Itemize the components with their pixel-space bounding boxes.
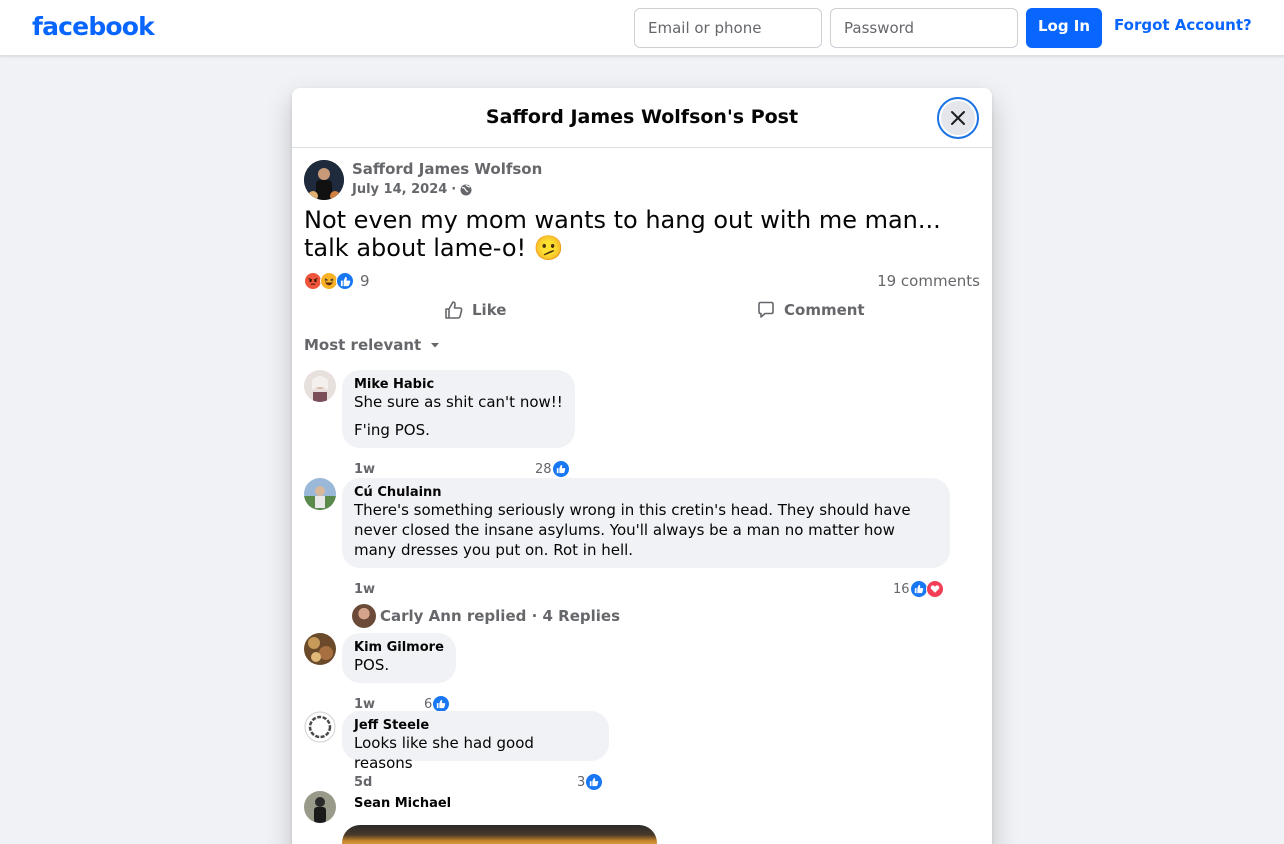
comment-bubble: Jeff Steele Looks like she had good reas… <box>342 711 609 772</box>
post-date[interactable]: July 14, 2024 <box>352 182 447 197</box>
comment-like-count: 28 <box>535 461 552 477</box>
author-name[interactable]: Safford James Wolfson <box>352 160 542 178</box>
like-reaction-icon <box>909 580 928 598</box>
like-label: Like <box>472 301 507 319</box>
view-replies-link[interactable]: Carly Ann replied · 4 Replies <box>352 604 620 628</box>
comment-time[interactable]: 1w <box>354 462 375 477</box>
like-icon <box>445 301 463 319</box>
commenter-avatar[interactable] <box>304 370 336 402</box>
author-avatar[interactable] <box>304 160 344 200</box>
post-text: Not even my mom wants to hang out with m… <box>304 206 941 262</box>
reaction-count: 9 <box>360 272 370 290</box>
post-meta: July 14, 2024 · <box>352 182 472 197</box>
comment-text: POS. <box>354 656 390 674</box>
post-dialog: Safford James Wolfson's Post Safford Jam… <box>292 88 992 844</box>
replier-avatar <box>352 604 376 628</box>
comment-like-count: 6 <box>424 696 433 712</box>
post-actions: Like Comment <box>304 300 980 334</box>
comment-reactions[interactable]: 16 <box>893 580 944 598</box>
comment-bubble: Mike Habic She sure as shit can't now!! … <box>342 370 575 448</box>
chevron-down-icon <box>431 343 440 348</box>
dialog-header: Safford James Wolfson's Post <box>292 88 992 148</box>
comment-time[interactable]: 1w <box>354 697 375 712</box>
replies-label: Carly Ann replied · 4 Replies <box>380 607 621 625</box>
comment-bubble: Cú Chulainn There's something seriously … <box>342 478 950 568</box>
comment-text: There's something seriously wrong in thi… <box>354 501 911 559</box>
close-icon <box>951 111 965 125</box>
comment-reactions[interactable]: 28 <box>535 460 570 478</box>
top-navbar: facebook Log In Forgot Account? <box>0 0 1284 56</box>
comment-time[interactable]: 1w <box>354 582 375 597</box>
email-field[interactable] <box>634 8 822 48</box>
like-button[interactable]: Like <box>444 300 506 320</box>
comment-button[interactable]: Comment <box>756 300 865 320</box>
commenter-avatar[interactable] <box>304 478 336 510</box>
comments-count-link[interactable]: 19 comments <box>877 272 980 290</box>
commenter-avatar[interactable] <box>304 711 336 743</box>
comment-like-count: 16 <box>893 581 910 597</box>
comment-label: Comment <box>784 301 865 319</box>
dialog-title: Safford James Wolfson's Post <box>485 106 799 128</box>
login-button[interactable]: Log In <box>1026 8 1102 48</box>
commenter-name[interactable]: Kim Gilmore <box>354 641 444 655</box>
commenter-name[interactable]: Sean Michael <box>354 797 451 811</box>
facebook-logo[interactable]: facebook <box>32 12 155 41</box>
like-reaction-icon <box>551 460 570 478</box>
comment-text: She sure as shit can't now!! <box>354 393 563 411</box>
reaction-summary[interactable]: 9 <box>304 272 370 290</box>
commenter-avatar[interactable] <box>304 791 336 823</box>
comment-image[interactable] <box>342 825 657 844</box>
commenter-avatar[interactable] <box>304 633 336 665</box>
globe-icon <box>460 184 472 195</box>
commenter-name[interactable]: Mike Habic <box>354 378 563 392</box>
sort-label: Most relevant <box>304 336 422 354</box>
comment-icon <box>758 301 774 318</box>
comment-text: Looks like she had good reasons <box>354 734 534 772</box>
comment-sort-dropdown[interactable]: Most relevant <box>304 336 441 354</box>
commenter-name[interactable]: Jeff Steele <box>354 719 597 733</box>
comment-time[interactable]: 5d <box>354 775 372 790</box>
commenter-name[interactable]: Cú Chulainn <box>354 486 938 500</box>
like-reaction-icon <box>585 773 604 791</box>
close-button[interactable] <box>937 97 979 139</box>
comment-like-count: 3 <box>577 774 586 790</box>
comment-reactions[interactable]: 3 <box>577 773 604 791</box>
date-separator: · <box>451 182 457 197</box>
forgot-account-link[interactable]: Forgot Account? <box>1114 16 1252 34</box>
comment-bubble: Kim Gilmore POS. <box>342 633 456 683</box>
heart-reaction-icon <box>925 580 944 598</box>
like-reaction-icon <box>336 272 354 290</box>
comment-text: F'ing POS. <box>354 421 430 439</box>
password-field[interactable] <box>830 8 1018 48</box>
